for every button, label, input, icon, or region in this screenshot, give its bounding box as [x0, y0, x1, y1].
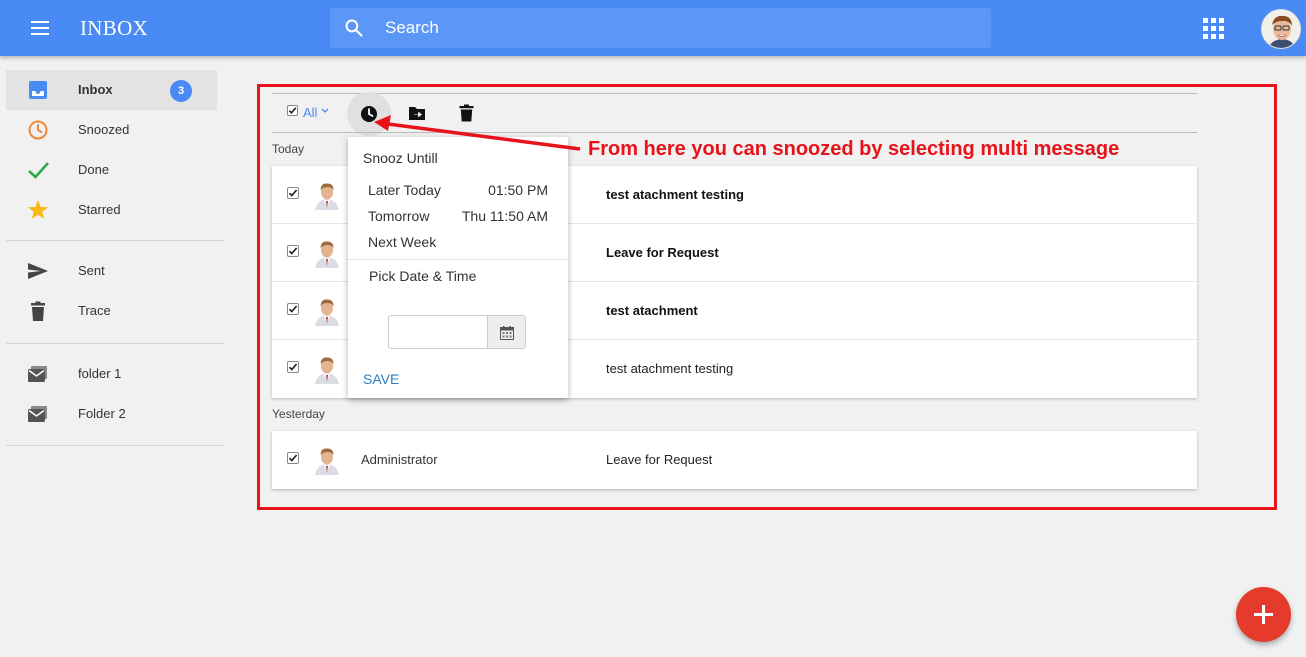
sidebar-divider — [6, 445, 224, 446]
star-icon — [28, 200, 48, 219]
sidebar-divider — [6, 343, 224, 344]
inbox-icon — [29, 81, 47, 99]
user-avatar[interactable] — [1261, 9, 1301, 49]
sidebar-item-label: Snoozed — [78, 122, 130, 137]
unread-count-badge: 3 — [170, 80, 192, 102]
search-input[interactable] — [385, 8, 975, 48]
send-icon — [28, 263, 48, 279]
sidebar-item-label: Starred — [78, 202, 121, 217]
sidebar-item-label: Trace — [78, 303, 111, 318]
sidebar-item-done[interactable]: Done — [6, 150, 224, 190]
annotation-text: From here you can snoozed by selecting m… — [588, 138, 1120, 160]
sidebar-divider — [6, 240, 224, 241]
sidebar-item-label: Folder 2 — [78, 406, 126, 421]
user-avatar-image — [1262, 10, 1300, 48]
sidebar-nav: Inbox 3 Snoozed Done Starred Sent Trace … — [6, 70, 224, 456]
sidebar-item-snoozed[interactable]: Snoozed — [6, 110, 224, 150]
clock-icon — [28, 120, 48, 140]
trash-icon — [31, 301, 45, 321]
sidebar-item-starred[interactable]: Starred — [6, 190, 224, 230]
search-bar[interactable] — [330, 8, 991, 48]
sidebar-item-label: Done — [78, 162, 110, 177]
sidebar-item-folder-1[interactable]: folder 1 — [6, 354, 224, 394]
annotation-arrow — [374, 115, 581, 151]
app-title: INBOX — [80, 16, 148, 40]
sidebar-item-inbox[interactable]: Inbox 3 — [6, 70, 217, 110]
sidebar-item-folder-2[interactable]: Folder 2 — [6, 394, 224, 434]
search-icon[interactable] — [344, 18, 364, 38]
checkmark-icon — [28, 162, 49, 179]
sidebar-item-sent[interactable]: Sent — [6, 251, 224, 291]
sidebar-item-label: Sent — [78, 263, 105, 278]
sidebar-item-trace[interactable]: Trace — [6, 291, 224, 331]
top-app-bar: INBOX — [0, 0, 1306, 56]
apps-grid-icon[interactable] — [1203, 18, 1224, 39]
compose-button[interactable] — [1236, 587, 1291, 642]
sidebar-item-label: Inbox — [78, 82, 113, 97]
mail-folder-icon — [28, 406, 47, 422]
plus-icon — [1262, 604, 1265, 624]
sidebar-item-label: folder 1 — [78, 366, 122, 381]
hamburger-menu-icon[interactable] — [28, 17, 52, 39]
mail-folder-icon — [28, 366, 47, 382]
